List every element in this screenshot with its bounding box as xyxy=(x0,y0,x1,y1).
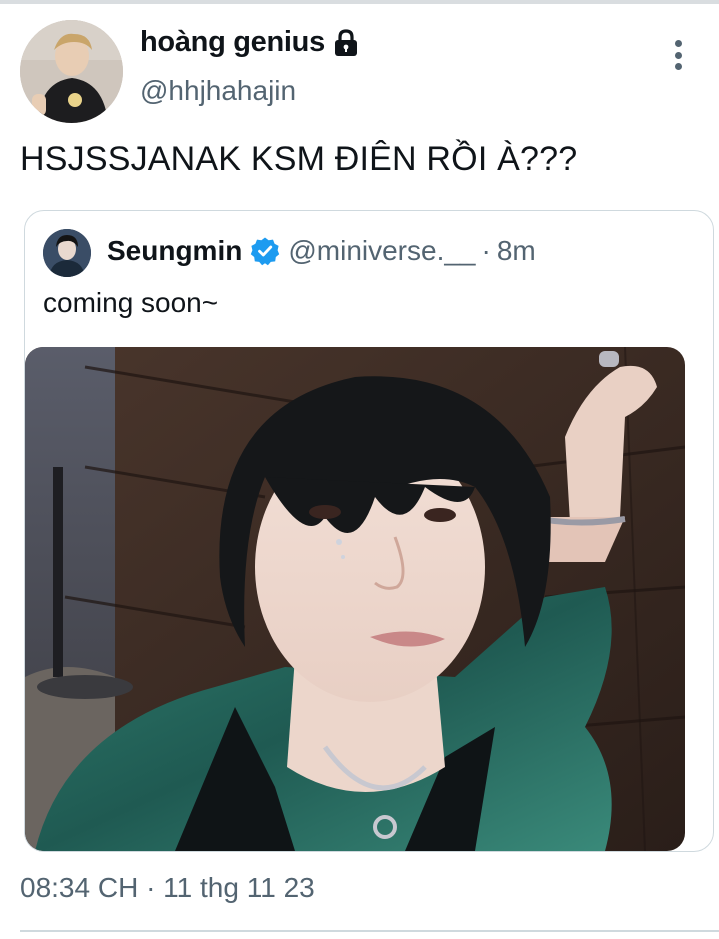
author-avatar-image xyxy=(20,20,123,123)
tweet-detail-page: hoàng genius @hhjhahajin HSJSSJANAK KSM … xyxy=(0,0,719,939)
author-display-name[interactable]: hoàng genius xyxy=(140,26,359,59)
separator-dot: · xyxy=(481,235,491,266)
bottom-divider xyxy=(20,930,719,932)
quoted-display-name[interactable]: Seungmin xyxy=(107,235,242,267)
quoted-time: 8m xyxy=(496,235,536,266)
quoted-tweet-header: Seungmin @miniverse.__ · 8m xyxy=(107,235,536,267)
top-divider xyxy=(0,0,719,4)
author-handle[interactable]: @hhjhahajin xyxy=(140,75,296,107)
author-avatar[interactable] xyxy=(20,20,123,123)
more-vertical-icon[interactable] xyxy=(663,38,693,72)
quoted-tweet-card[interactable]: Seungmin @miniverse.__ · 8m coming soon~ xyxy=(24,210,714,852)
tweet-timestamp[interactable]: 08:34 CH · 11 thg 11 23 xyxy=(20,872,315,904)
author-name-text[interactable]: hoàng genius xyxy=(140,26,325,59)
quoted-handle[interactable]: @miniverse.__ xyxy=(288,235,475,267)
quoted-tweet-photo[interactable] xyxy=(25,347,685,851)
quoted-author-avatar xyxy=(43,229,91,277)
lock-icon xyxy=(333,28,359,57)
verified-badge-icon xyxy=(250,236,280,266)
quoted-tweet-text: coming soon~ xyxy=(43,287,219,318)
tweet-text: HSJSSJANAK KSM ĐIÊN RỒI À??? xyxy=(20,140,578,178)
